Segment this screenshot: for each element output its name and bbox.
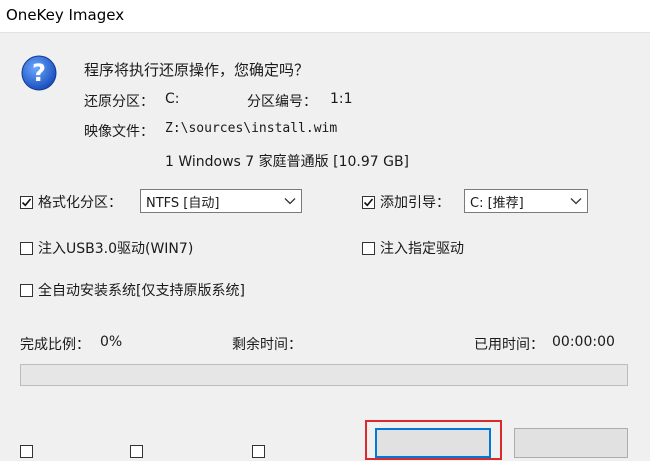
inject-usb3-option[interactable]: 注入USB3.0驱动(WIN7) — [20, 238, 193, 258]
bottom-option-2[interactable] — [130, 441, 148, 461]
format-partition-label: 格式化分区： — [38, 195, 122, 211]
back-button[interactable] — [514, 428, 628, 458]
window-title: OneKey Imagex — [6, 6, 125, 24]
add-boot-checkbox[interactable] — [362, 195, 375, 209]
restore-partition-value: C: — [165, 91, 180, 107]
svg-text:?: ? — [32, 59, 46, 87]
confirm-button[interactable] — [375, 428, 491, 458]
format-partition-checkbox[interactable] — [20, 195, 33, 209]
bottom-option-1[interactable] — [20, 441, 38, 461]
partition-number-label: 分区编号： — [247, 94, 317, 110]
filesystem-select-value: NTFS [自动] — [146, 195, 220, 211]
add-boot-label: 添加引导： — [380, 195, 450, 211]
image-file-path: Z:\sources\install.wim — [165, 121, 338, 136]
inject-driver-option[interactable]: 注入指定驱动 — [362, 238, 464, 258]
boot-select-value: C: [推荐] — [470, 195, 524, 211]
restore-partition-label: 还原分区： — [84, 94, 154, 110]
elapsed-time-label: 已用时间： — [474, 337, 544, 353]
chevron-down-icon — [565, 190, 587, 212]
bottom-option-3-checkbox[interactable] — [252, 444, 265, 458]
checkmark-icon — [363, 197, 374, 206]
partition-number-value: 1:1 — [330, 91, 353, 107]
bottom-option-3[interactable] — [252, 441, 270, 461]
auto-install-option[interactable]: 全自动安装系统[仅支持原版系统] — [20, 280, 245, 300]
auto-install-checkbox[interactable] — [20, 283, 33, 297]
bottom-option-1-checkbox[interactable] — [20, 444, 33, 458]
inject-driver-checkbox[interactable] — [362, 241, 375, 255]
image-file-label: 映像文件： — [84, 124, 154, 140]
add-boot-option[interactable]: 添加引导： — [362, 192, 450, 212]
progress-bar — [20, 364, 628, 386]
chevron-down-icon — [279, 190, 301, 212]
remaining-time-label: 剩余时间： — [232, 337, 302, 353]
auto-install-label: 全自动安装系统[仅支持原版系统] — [38, 283, 245, 299]
inject-usb3-label: 注入USB3.0驱动(WIN7) — [38, 241, 194, 257]
filesystem-select[interactable]: NTFS [自动] — [140, 189, 302, 213]
boot-select[interactable]: C: [推荐] — [464, 189, 588, 213]
confirm-question: 程序将执行还原操作，您确定吗？ — [84, 61, 310, 79]
title-bar: OneKey Imagex — [0, 0, 650, 33]
checkmark-icon — [21, 197, 32, 206]
inject-usb3-checkbox[interactable] — [20, 241, 33, 255]
completion-label: 完成比例： — [20, 337, 90, 353]
bottom-option-2-checkbox[interactable] — [130, 444, 143, 458]
elapsed-time-value: 00:00:00 — [552, 334, 615, 350]
completion-value: 0% — [100, 334, 123, 350]
format-partition-option[interactable]: 格式化分区： — [20, 192, 122, 212]
question-mark-icon: ? — [21, 55, 57, 91]
inject-driver-label: 注入指定驱动 — [380, 241, 464, 257]
image-entry: 1 Windows 7 家庭普通版 [10.97 GB] — [165, 154, 410, 170]
